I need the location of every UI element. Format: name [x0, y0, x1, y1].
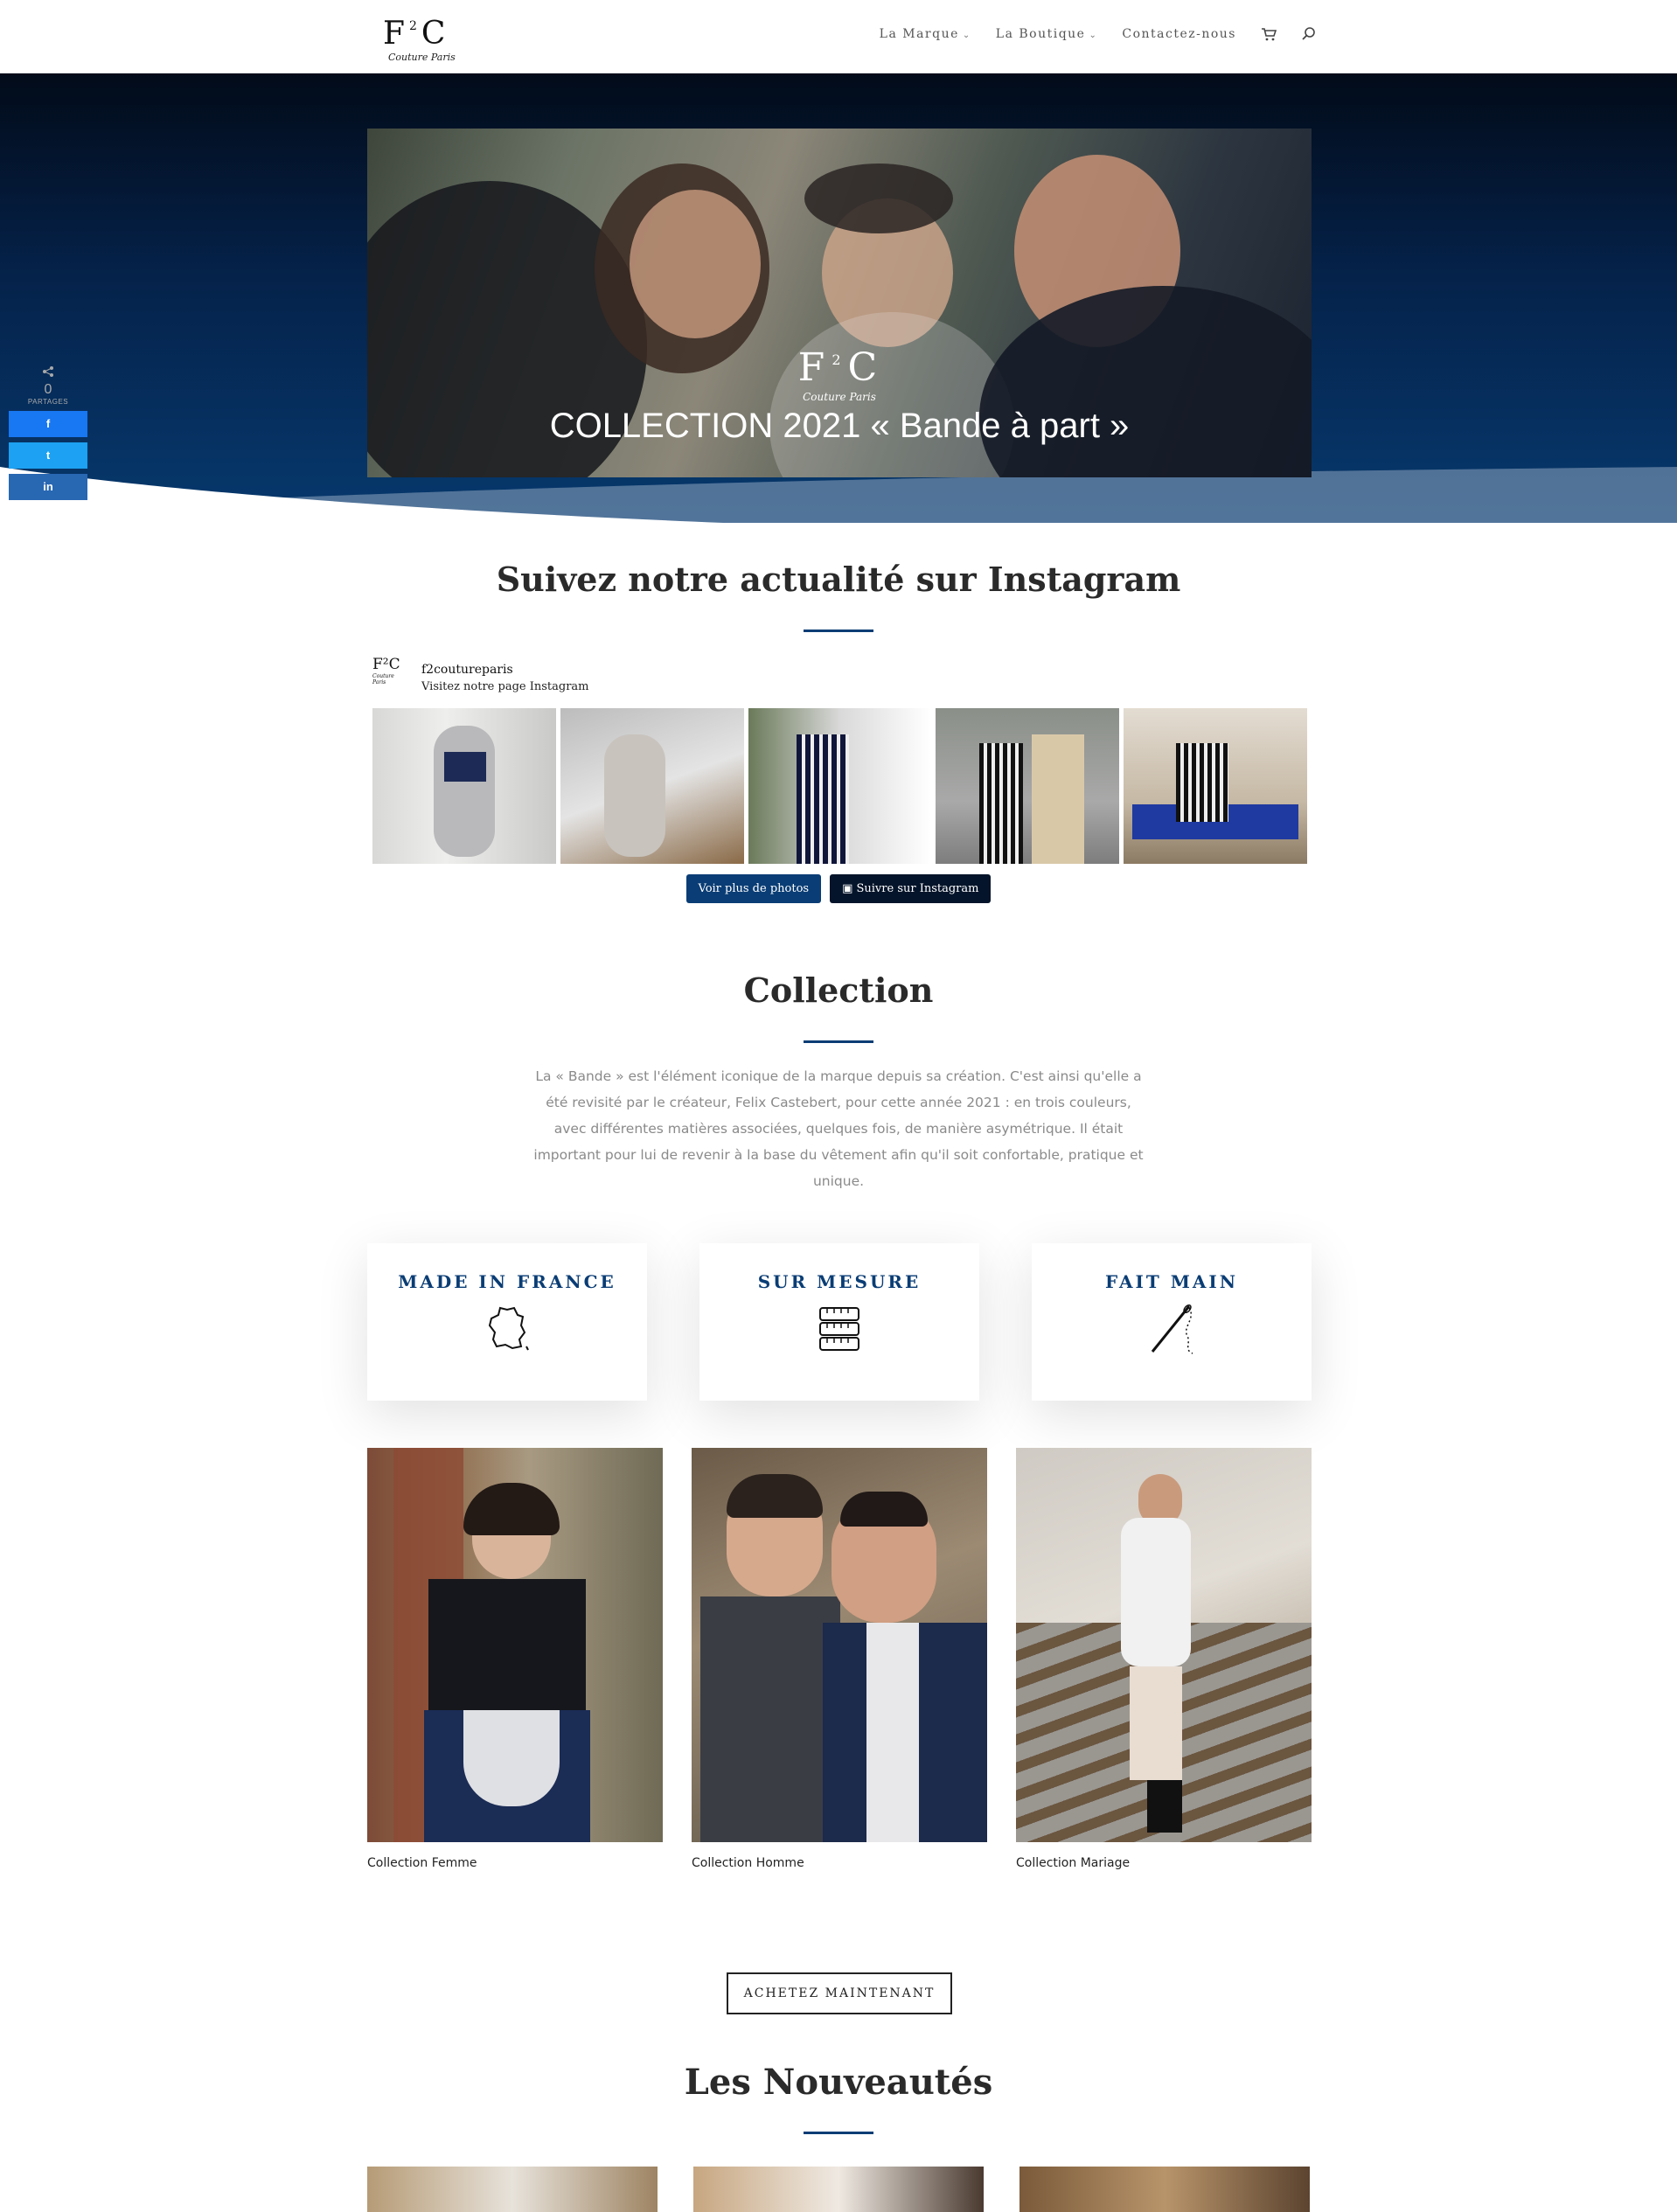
collection-homme-image[interactable] — [692, 1448, 987, 1842]
social-share-bar: 0 PARTAGES f t in — [9, 365, 87, 500]
instagram-photo[interactable] — [748, 708, 932, 864]
nav-item-contactez-nous[interactable]: Contactez-nous — [1122, 27, 1236, 41]
heading-underline — [804, 630, 873, 632]
new-product-image[interactable] — [693, 2167, 984, 2212]
hero-logo-tagline: Couture Paris — [803, 391, 876, 403]
logo-mark: F 2C — [383, 16, 448, 52]
nav-item-la-boutique[interactable]: La Boutique ⌄ — [996, 27, 1098, 41]
nav-item-la-marque[interactable]: La Marque ⌄ — [880, 27, 971, 41]
instagram-heading: Suivez notre actualité sur Instagram — [496, 560, 1181, 599]
instagram-profile-header[interactable]: F²C Couture Paris f2coutureparis Visitez… — [372, 656, 810, 693]
needle-thread-icon — [1151, 1304, 1193, 1354]
collection-mariage-label[interactable]: Collection Mariage — [1016, 1856, 1312, 1870]
instagram-username[interactable]: f2coutureparis — [421, 663, 513, 677]
main-nav: La Marque ⌄ La Boutique ⌄ Contactez-nous — [880, 26, 1317, 42]
linkedin-share-button[interactable]: in — [9, 474, 87, 500]
site-logo[interactable]: F 2C Couture Paris — [383, 9, 463, 64]
share-icon — [43, 366, 53, 377]
instagram-photo-grid — [372, 708, 1307, 864]
hero-caption: COLLECTION 2021 « Bande à part » — [549, 407, 1130, 445]
france-map-icon — [488, 1306, 529, 1351]
collection-mariage-image[interactable] — [1016, 1448, 1312, 1842]
feature-card-fait-main: FAIT MAIN — [1032, 1243, 1312, 1401]
collection-femme-label[interactable]: Collection Femme — [367, 1856, 663, 1870]
instagram-photo[interactable] — [1124, 708, 1307, 864]
nouveautes-heading: Les Nouveautés — [684, 2062, 993, 2103]
hero-logo: F 2C — [797, 345, 881, 390]
collection-heading: Collection — [743, 970, 934, 1010]
instagram-actions: Voir plus de photos ▣ Suivre sur Instagr… — [0, 874, 1677, 903]
share-count-value: 0 — [44, 382, 52, 397]
instagram-photo[interactable] — [560, 708, 744, 864]
instagram-photo[interactable] — [372, 708, 556, 864]
collection-card-mariage[interactable]: Collection Mariage — [1016, 1448, 1312, 1870]
follow-instagram-button[interactable]: ▣ Suivre sur Instagram — [830, 874, 992, 903]
facebook-icon: f — [45, 417, 51, 430]
feature-card-made-in-france: MADE IN FRANCE — [367, 1243, 647, 1401]
twitter-share-button[interactable]: t — [9, 442, 87, 469]
avatar-tagline: Couture Paris — [372, 673, 394, 685]
instagram-avatar: F²C Couture Paris — [372, 656, 407, 691]
new-product-image[interactable] — [367, 2167, 658, 2212]
instagram-photo[interactable] — [936, 708, 1120, 864]
search-icon[interactable] — [1301, 26, 1317, 42]
shop-now-button[interactable]: ACHETEZ MAINTENANT — [727, 1972, 952, 2014]
facebook-share-button[interactable]: f — [9, 411, 87, 437]
share-count-label: PARTAGES — [27, 398, 69, 406]
share-counter: 0 PARTAGES — [9, 365, 87, 406]
hero-section: F 2C Couture Paris COLLECTION 2021 « Band… — [0, 73, 1677, 523]
twitter-icon: t — [45, 449, 51, 462]
linkedin-icon: in — [43, 480, 53, 493]
new-product-image[interactable] — [1019, 2167, 1310, 2212]
collection-femme-image[interactable] — [367, 1448, 663, 1842]
instagram-visit-link[interactable]: Visitez notre page Instagram — [421, 680, 589, 693]
feature-card-sur-mesure: SUR MESURE — [699, 1243, 979, 1401]
cart-icon[interactable] — [1261, 26, 1277, 42]
logo-tagline: Couture Paris — [388, 52, 456, 63]
chevron-down-icon: ⌄ — [962, 31, 971, 40]
load-more-button[interactable]: Voir plus de photos — [685, 874, 822, 903]
feature-title: SUR MESURE — [757, 1271, 922, 1292]
hero-image: F 2C Couture Paris COLLECTION 2021 « Band… — [367, 129, 1312, 477]
instagram-icon: ▣ — [842, 882, 857, 895]
chevron-down-icon: ⌄ — [1089, 31, 1098, 40]
feature-title: MADE IN FRANCE — [398, 1271, 616, 1292]
avatar-mark: F²C — [372, 656, 400, 673]
follow-instagram-label: Suivre sur Instagram — [856, 882, 979, 895]
heading-underline — [804, 1040, 873, 1043]
collection-card-femme[interactable]: Collection Femme — [367, 1448, 663, 1870]
heading-underline — [804, 2132, 873, 2134]
measuring-tape-icon — [819, 1307, 859, 1351]
feature-title: FAIT MAIN — [1104, 1271, 1239, 1292]
site-header: F 2C Couture Paris La Marque ⌄ La Boutique… — [0, 0, 1677, 73]
collection-homme-label[interactable]: Collection Homme — [692, 1856, 987, 1870]
collection-card-homme[interactable]: Collection Homme — [692, 1448, 987, 1870]
collection-description: La « Bande » est l'élément iconique de l… — [533, 1068, 1144, 1189]
